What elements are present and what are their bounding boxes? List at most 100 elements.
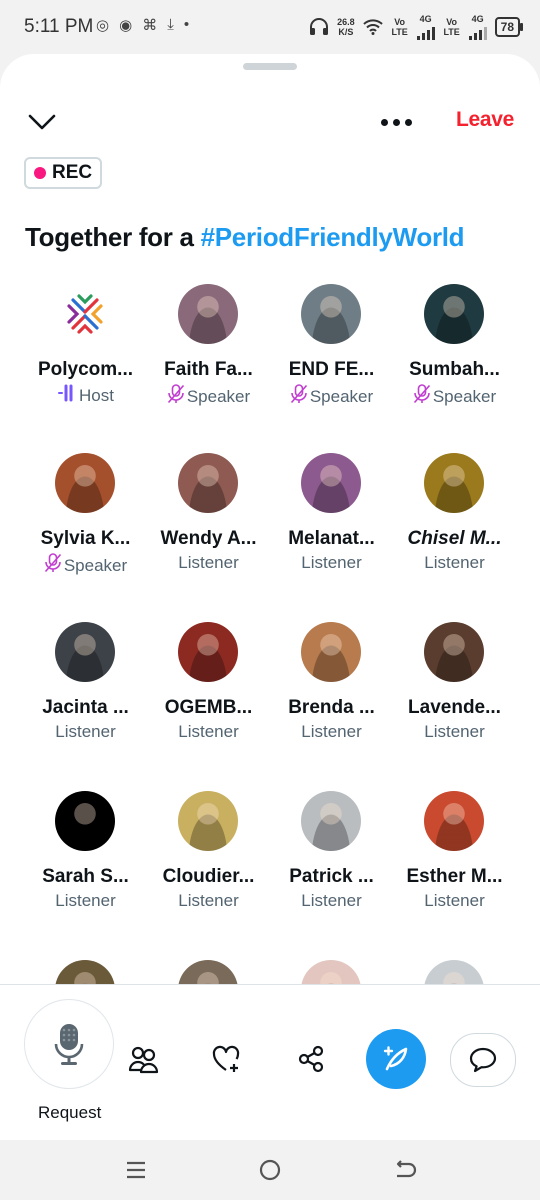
participant-name: Melanat... xyxy=(288,528,375,549)
more-options-button[interactable] xyxy=(376,110,416,134)
participant-role: Speaker xyxy=(270,384,393,409)
dot-icon: • xyxy=(183,16,190,33)
participant-item[interactable]: Polycom... Host xyxy=(24,278,147,405)
participant-item[interactable]: Sumbah... Speaker xyxy=(393,278,516,406)
participant-role-label: Listener xyxy=(301,553,362,572)
participant-item[interactable]: OGEMB... Listener xyxy=(147,616,270,741)
people-button[interactable] xyxy=(127,1042,161,1076)
home-button[interactable] xyxy=(255,1157,285,1183)
participant-role-label: Speaker xyxy=(432,386,497,406)
participant-name: Patrick ... xyxy=(289,866,374,887)
participant-role: Listener xyxy=(393,891,516,911)
people-icon xyxy=(128,1046,159,1074)
participant-avatar[interactable] xyxy=(55,791,115,851)
compose-button[interactable] xyxy=(366,1029,426,1089)
headset-icon xyxy=(310,18,329,35)
participant-name: Esther M... xyxy=(406,866,503,887)
participant-item[interactable]: Sarah S... Listener xyxy=(24,785,147,910)
participant-role: Listener xyxy=(147,722,270,742)
whatsapp-icon: ◎ xyxy=(96,17,110,34)
participant-item[interactable]: Faith Fa... Speaker xyxy=(147,278,270,406)
participant-item[interactable]: Cloudier... Listener xyxy=(147,785,270,910)
participant-avatar[interactable] xyxy=(301,622,361,682)
share-icon xyxy=(298,1045,324,1073)
space-controls: Request xyxy=(0,984,540,1141)
comments-button[interactable] xyxy=(450,1033,516,1087)
participant-avatar[interactable] xyxy=(424,284,484,344)
compose-feather-icon xyxy=(383,1046,408,1071)
app-icon: ⌘ xyxy=(142,17,158,34)
heart-plus-icon xyxy=(212,1045,240,1072)
participant-role: Listener xyxy=(270,722,393,742)
participant-role: Host xyxy=(24,384,147,407)
participant-avatar[interactable] xyxy=(424,453,484,513)
participant-role: Listener xyxy=(24,891,147,911)
home-circle-icon xyxy=(259,1159,281,1181)
participant-avatar[interactable] xyxy=(424,622,484,682)
android-nav-bar xyxy=(0,1140,540,1200)
participant-item[interactable]: Melanat... Listener xyxy=(270,447,393,572)
participant-role: Listener xyxy=(270,553,393,573)
share-button[interactable] xyxy=(294,1042,328,1076)
participant-avatar[interactable] xyxy=(178,453,238,513)
participant-role-label: Listener xyxy=(301,891,362,910)
participant-item[interactable]: Esther M... Listener xyxy=(393,785,516,910)
mic-muted-icon xyxy=(290,384,308,409)
status-indicators: 26.8 K/S Vo LTE 4G Vo LTE 4G 78 xyxy=(309,14,524,40)
request-mic-button[interactable] xyxy=(24,999,114,1089)
participant-avatar[interactable] xyxy=(301,284,361,344)
participant-item[interactable]: Wendy A... Listener xyxy=(147,447,270,572)
volte-1: Vo LTE xyxy=(391,17,408,37)
participant-avatar[interactable] xyxy=(178,622,238,682)
net-speed: 26.8 K/S xyxy=(337,17,355,37)
status-time: 5:11 PM xyxy=(24,16,94,37)
participant-role-label: Listener xyxy=(178,553,239,572)
mic-muted-icon xyxy=(167,384,185,409)
signal-1: 4G xyxy=(416,14,435,40)
participant-item[interactable]: Patrick ... Listener xyxy=(270,785,393,910)
participant-avatar[interactable] xyxy=(55,622,115,682)
sheet-grabber[interactable] xyxy=(243,63,297,70)
participant-avatar[interactable] xyxy=(424,791,484,851)
space-title-hashtag[interactable]: #PeriodFriendlyWorld xyxy=(201,222,465,252)
participant-avatar[interactable] xyxy=(178,791,238,851)
battery-indicator: 78 xyxy=(494,17,524,37)
space-title-prefix: Together for a xyxy=(25,222,201,252)
participant-role: Listener xyxy=(393,722,516,742)
participant-avatar[interactable] xyxy=(55,284,115,344)
participant-avatar[interactable] xyxy=(55,453,115,513)
participant-item[interactable]: Sylvia K... Speaker xyxy=(24,447,147,575)
participant-name: Wendy A... xyxy=(160,528,257,549)
recents-button[interactable] xyxy=(121,1157,151,1183)
participant-avatar[interactable] xyxy=(178,284,238,344)
participant-role-label: Listener xyxy=(178,891,239,910)
participant-role-label: Listener xyxy=(424,553,485,572)
participant-item[interactable]: Brenda ... Listener xyxy=(270,616,393,741)
back-button[interactable] xyxy=(390,1157,420,1183)
participant-item[interactable]: END FE... Speaker xyxy=(270,278,393,406)
back-arrow-icon xyxy=(396,1160,417,1178)
participant-avatar[interactable] xyxy=(301,453,361,513)
participant-name: Sarah S... xyxy=(42,866,129,887)
participant-role: Listener xyxy=(147,553,270,573)
request-label: Request xyxy=(38,1103,102,1122)
participant-item[interactable]: Lavende... Listener xyxy=(393,616,516,741)
participant-role: Speaker xyxy=(393,384,516,409)
download-icon: ⤓ xyxy=(167,16,174,33)
participant-item[interactable]: Chisel M... Listener xyxy=(393,447,516,572)
participant-role-label: Listener xyxy=(178,722,239,741)
participant-avatar[interactable] xyxy=(301,791,361,851)
participant-role-label: Listener xyxy=(55,891,116,910)
more-dot-icon xyxy=(404,118,412,126)
collapse-button[interactable] xyxy=(26,106,58,138)
chrome-icon: ◉ xyxy=(119,17,133,34)
leave-button[interactable]: Leave xyxy=(456,108,514,132)
participant-role: Listener xyxy=(24,722,147,742)
host-audio-icon xyxy=(57,384,77,407)
volte-2: Vo LTE xyxy=(443,17,460,37)
react-button[interactable] xyxy=(211,1042,245,1076)
participant-name: END FE... xyxy=(288,359,375,380)
participant-item[interactable]: Jacinta ... Listener xyxy=(24,616,147,741)
mic-muted-icon xyxy=(413,384,431,409)
status-bar: 5:11 PM ◎ ◉ ⌘ ⤓ • 26.8 K/S Vo LTE 4G Vo L… xyxy=(0,0,540,52)
